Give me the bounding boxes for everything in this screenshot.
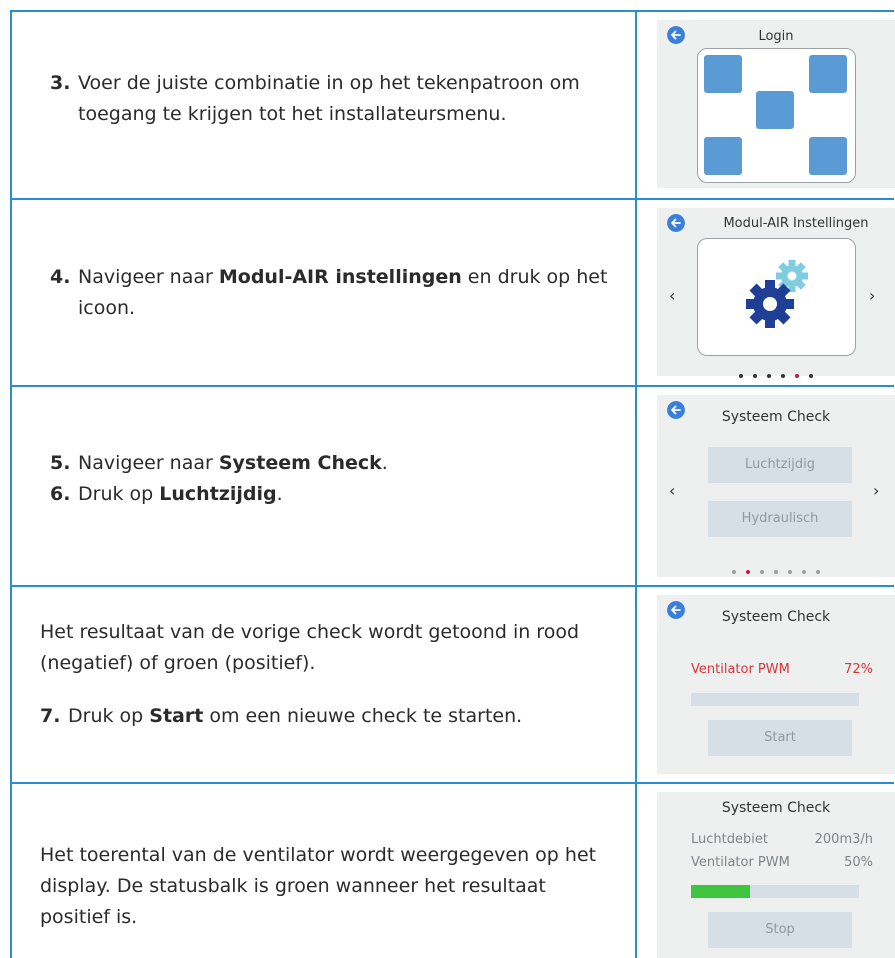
modul-air-settings-screen: Modul-AIR Instellingen ‹ ›	[657, 208, 895, 378]
page-dot	[802, 569, 806, 574]
status-explanation: Het toerental van de ventilator wordt we…	[40, 844, 597, 928]
page-dot	[753, 373, 757, 378]
pattern-tile[interactable]	[704, 55, 742, 93]
step-6: 6. Druk op Luchtzijdig.	[50, 479, 620, 510]
step-3: 3. Voer de juiste combinatie in op het te…	[50, 68, 620, 130]
ventilator-pwm-value: 50%	[844, 855, 873, 870]
step-text-cell: 3. Voer de juiste combinatie in op het te…	[50, 68, 620, 130]
login-screen: Login	[657, 20, 895, 188]
page-dot	[739, 373, 743, 378]
chevron-left-icon[interactable]: ‹	[669, 481, 675, 500]
result-explanation: Het resultaat van de vorige check wordt …	[40, 621, 580, 674]
page-indicator	[657, 561, 895, 580]
pattern-tile[interactable]	[809, 137, 847, 175]
chevron-right-icon[interactable]: ›	[869, 286, 875, 305]
start-button[interactable]: Start	[708, 720, 852, 756]
pattern-tile[interactable]	[809, 55, 847, 93]
back-arrow-icon[interactable]	[667, 214, 685, 232]
page-dot-active	[795, 373, 799, 378]
stop-button[interactable]: Stop	[708, 912, 852, 948]
step-text-cell: Het resultaat van de vorige check wordt …	[40, 617, 620, 732]
page-dot-active	[746, 569, 750, 574]
step-text-cell: 4. Navigeer naar Modul-AIR instellingen e…	[50, 262, 620, 324]
hydraulisch-button[interactable]: Hydraulisch	[708, 501, 852, 537]
page-dot	[760, 569, 764, 574]
step-text-cell: 5. Navigeer naar Systeem Check. 6. Druk op…	[50, 448, 620, 510]
status-bar	[691, 885, 859, 898]
page-dot	[788, 569, 792, 574]
screen-title: Systeem Check	[721, 609, 831, 625]
page-dot	[767, 373, 771, 378]
step-number: 6.	[50, 483, 71, 505]
settings-tile[interactable]	[697, 238, 856, 356]
button-name: Start	[149, 705, 204, 727]
luchtdebiet-value: 200m3/h	[814, 832, 873, 847]
pattern-pad[interactable]	[697, 48, 856, 183]
menu-name: Luchtzijdig	[159, 483, 277, 505]
page-dot	[816, 569, 820, 574]
step-number: 4.	[50, 266, 71, 288]
pattern-tile[interactable]	[704, 137, 742, 175]
system-check-start-screen: Systeem Check Ventilator PWM 72% Start	[657, 595, 895, 774]
page-dot	[781, 373, 785, 378]
instruction-table: 3. Voer de juiste combinatie in op het te…	[10, 10, 895, 958]
system-check-running-screen: Systeem Check Luchtdebiet 200m3/h Ventil…	[657, 792, 895, 958]
status-bar	[691, 693, 859, 706]
ventilator-pwm-value: 72%	[844, 662, 873, 677]
ventilator-pwm-label: Ventilator PWM	[691, 662, 790, 677]
page-dot	[732, 569, 736, 574]
step-text: Voer de juiste combinatie in op het teke…	[78, 72, 580, 125]
chevron-left-icon[interactable]: ‹	[669, 286, 675, 305]
screen-title: Login	[758, 29, 794, 44]
step-4: 4. Navigeer naar Modul-AIR instellingen e…	[50, 262, 620, 324]
step-number: 7.	[40, 705, 61, 727]
menu-name: Systeem Check	[218, 452, 382, 474]
status-bar-fill	[691, 885, 750, 898]
pattern-tile[interactable]	[756, 91, 794, 129]
step-text-cell: Het toerental van de ventilator wordt we…	[40, 840, 620, 933]
ventilator-pwm-label: Ventilator PWM	[691, 855, 790, 870]
luchtzijdig-button[interactable]: Luchtzijdig	[708, 447, 852, 483]
page-dot	[809, 373, 813, 378]
menu-name: Modul-AIR instellingen	[218, 266, 462, 288]
luchtdebiet-label: Luchtdebiet	[691, 832, 768, 847]
screen-title: Modul-AIR Instellingen	[723, 216, 869, 231]
page-dot	[774, 569, 778, 574]
screen-title: Systeem Check	[721, 800, 831, 816]
gears-icon	[746, 260, 808, 328]
step-number: 3.	[50, 72, 71, 94]
chevron-right-icon[interactable]: ›	[873, 481, 879, 500]
step-7: 7. Druk op Start om een nieuwe check te s…	[40, 701, 620, 732]
screen-title: Systeem Check	[721, 409, 831, 425]
step-5: 5. Navigeer naar Systeem Check.	[50, 448, 620, 479]
page-indicator	[657, 365, 895, 384]
step-number: 5.	[50, 452, 71, 474]
system-check-menu-screen: Systeem Check ‹ › Luchtzijdig Hydraulisc…	[657, 395, 895, 577]
